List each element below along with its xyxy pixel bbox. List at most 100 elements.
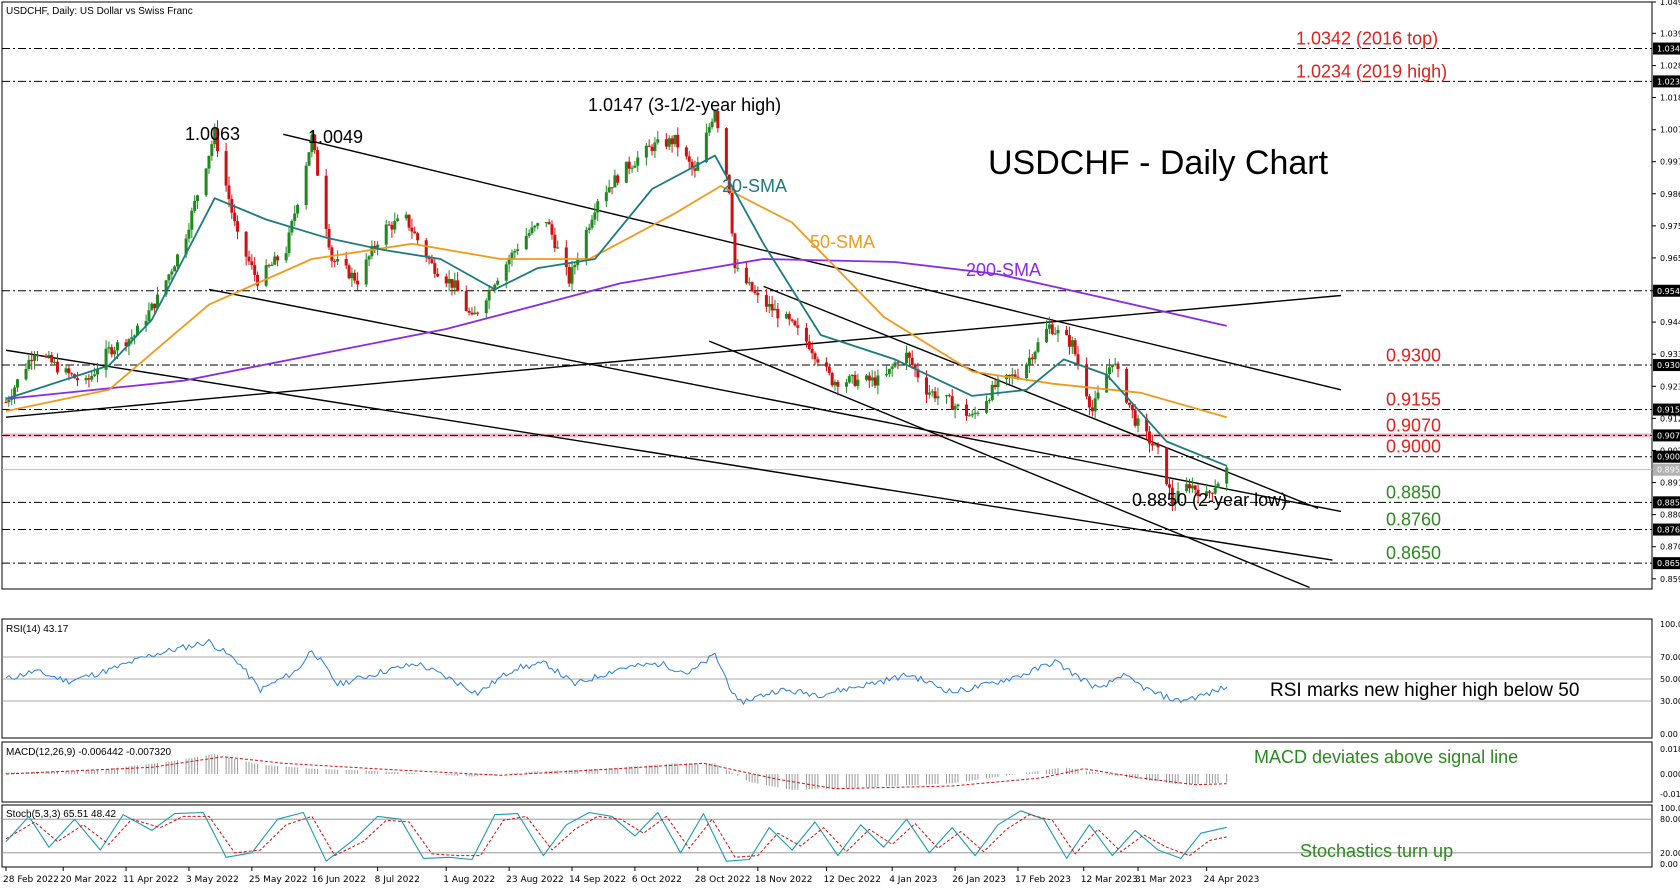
sma50-label: 50-SMA xyxy=(810,232,875,252)
candle-body xyxy=(907,352,911,358)
candle-body xyxy=(904,352,908,364)
candle-body xyxy=(30,359,34,361)
candle-body xyxy=(870,377,874,381)
candle-body xyxy=(764,295,768,307)
y-tick-label: 1.00750 xyxy=(1660,126,1680,135)
candle-body xyxy=(924,377,928,395)
stoch-tick-label: 100.00 xyxy=(1660,804,1680,813)
x-tick-label: 12 Mar 2023 xyxy=(1081,875,1138,885)
candle-body xyxy=(1133,410,1137,426)
candle-body xyxy=(270,264,274,266)
candle-body xyxy=(44,356,48,358)
candle-body xyxy=(1085,364,1089,397)
candle-body xyxy=(204,168,208,196)
y-tick-label: 1.02860 xyxy=(1660,62,1680,71)
candle-body xyxy=(710,121,714,128)
price-box-label: 1.03420 xyxy=(1657,45,1680,54)
candle-body xyxy=(115,342,119,351)
candle-body xyxy=(1113,363,1117,365)
candle-body xyxy=(253,265,257,275)
candle-body xyxy=(993,384,997,388)
candle-body xyxy=(207,155,211,169)
stoch-tick-label: 20.00 xyxy=(1660,849,1680,858)
candle-body xyxy=(804,327,808,342)
y-tick-label: 0.91260 xyxy=(1660,414,1680,423)
candle-body xyxy=(630,167,634,169)
candle-body xyxy=(1047,324,1051,329)
candle-body xyxy=(15,379,19,388)
candle-body xyxy=(790,319,794,321)
candle-body xyxy=(470,312,474,315)
candle-body xyxy=(1096,392,1100,399)
candle-body xyxy=(1150,443,1154,446)
y-tick-label: 0.88095 xyxy=(1660,511,1680,520)
candle-body xyxy=(447,278,451,284)
candle-body xyxy=(1013,374,1017,377)
candle-body xyxy=(1070,340,1074,347)
price-box-label: 0.93013 xyxy=(1657,361,1680,370)
candle-body xyxy=(316,150,320,176)
x-tick-label: 18 Nov 2022 xyxy=(755,875,813,885)
price-box-label: 0.87605 xyxy=(1657,526,1680,535)
x-tick-label: 25 May 2022 xyxy=(249,875,308,885)
macd-annotation: MACD deviates above signal line xyxy=(1254,747,1518,767)
x-tick-label: 20 Mar 2022 xyxy=(60,875,117,885)
candle-body xyxy=(187,229,191,239)
candle-body xyxy=(633,165,637,168)
candle-body xyxy=(1033,351,1037,360)
candle-body xyxy=(556,247,560,249)
candle-body xyxy=(324,175,328,229)
price-box-label: 0.90000 xyxy=(1657,453,1680,462)
candle-body xyxy=(24,368,28,380)
y-tick-label: 1.01810 xyxy=(1660,94,1680,103)
candle-body xyxy=(167,274,171,281)
y-tick-label: 0.92315 xyxy=(1660,382,1680,391)
candle-body xyxy=(464,291,468,311)
level-label-3: 0.9155 xyxy=(1386,390,1441,410)
macd-tick-label: -0.015091 xyxy=(1660,790,1680,799)
candle-body xyxy=(1056,329,1060,334)
candle-body xyxy=(536,223,540,226)
candle-body xyxy=(504,264,508,281)
x-tick-label: 6 Oct 2022 xyxy=(632,875,682,885)
candle-body xyxy=(833,381,837,386)
candle-body xyxy=(736,267,740,269)
candle-body xyxy=(224,151,228,186)
y-tick-label: 0.96535 xyxy=(1660,254,1680,263)
y-tick-label: 0.85985 xyxy=(1660,575,1680,584)
candle-body xyxy=(636,157,640,166)
candle-body xyxy=(1107,367,1111,375)
candle-body xyxy=(784,313,788,319)
price-annotation-0: 1.0063 xyxy=(185,124,240,144)
candle-body xyxy=(873,377,877,386)
candle-body xyxy=(730,192,734,234)
candle-body xyxy=(887,368,891,375)
candle-body xyxy=(864,375,868,380)
candle-body xyxy=(567,267,571,284)
candle-body xyxy=(767,303,771,307)
candle-body xyxy=(684,147,688,157)
candle-body xyxy=(410,227,414,232)
candle-body xyxy=(35,354,39,357)
candle-body xyxy=(850,374,854,377)
rsi-tick-label: 0.00 xyxy=(1660,730,1678,739)
candle-body xyxy=(1030,357,1034,360)
stoch-tick-label: 80.00 xyxy=(1660,815,1680,824)
candle-body xyxy=(364,259,368,285)
candle-body xyxy=(965,404,969,416)
candle-body xyxy=(750,282,754,292)
candle-body xyxy=(110,347,114,355)
x-tick-label: 12 Dec 2022 xyxy=(823,875,881,885)
candle-body xyxy=(830,372,834,386)
candle-body xyxy=(467,310,471,313)
candle-body xyxy=(1025,364,1029,379)
candle-body xyxy=(704,132,708,163)
chart-title: USDCHF - Daily Chart xyxy=(988,144,1329,182)
candle-body xyxy=(513,250,517,253)
candle-body xyxy=(1225,467,1229,484)
candle-body xyxy=(233,212,237,222)
candle-body xyxy=(176,254,180,267)
candle-body xyxy=(753,291,757,294)
candle-body xyxy=(673,134,677,145)
candle-body xyxy=(1093,398,1097,412)
